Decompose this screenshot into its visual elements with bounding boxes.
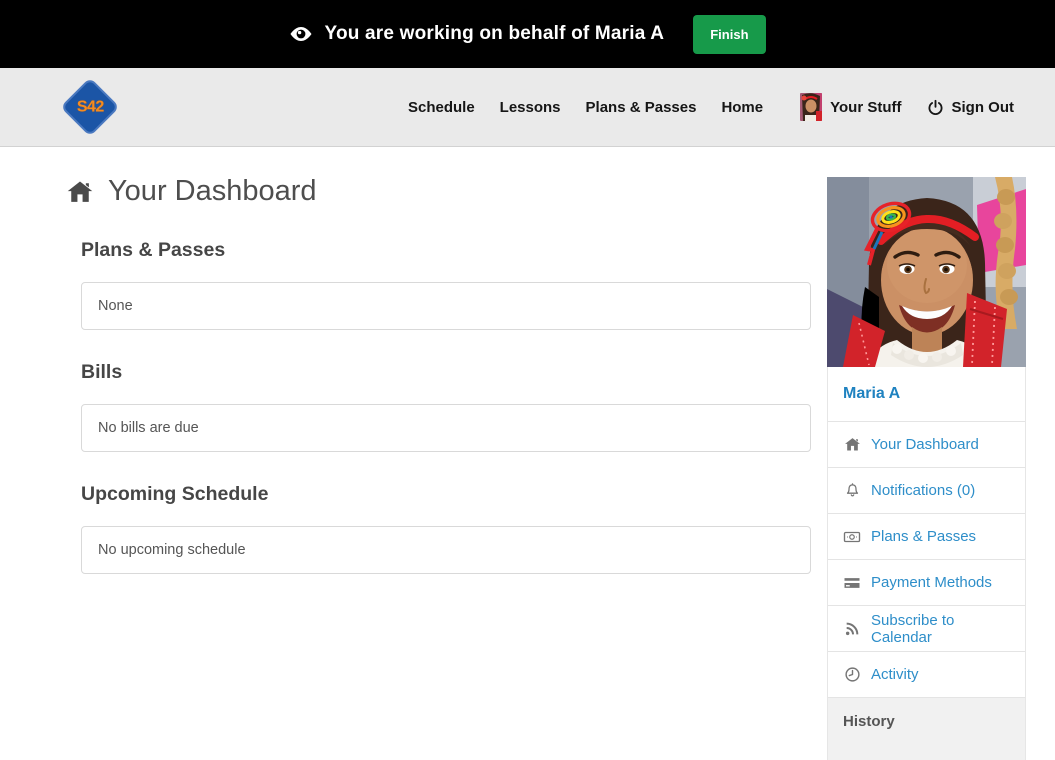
- sidebar-item-label: Your Dashboard: [871, 436, 979, 453]
- bell-icon: [843, 482, 861, 500]
- sidebar-item-notifications[interactable]: Notifications (0): [828, 468, 1025, 514]
- bills-status: No bills are due: [98, 420, 199, 436]
- section-heading: Plans & Passes: [81, 239, 811, 262]
- nav-item-lessons[interactable]: Lessons: [500, 99, 561, 116]
- your-stuff-label: Your Stuff: [830, 99, 901, 116]
- sidebar-item-label: Subscribe to Calendar: [871, 612, 1010, 646]
- history-label: History: [843, 713, 895, 730]
- student-photo: [827, 177, 1026, 367]
- sidebar-section-history: History: [828, 698, 1025, 760]
- page-title-text: Your Dashboard: [108, 175, 317, 208]
- sidebar-item-payment-methods[interactable]: Payment Methods: [828, 560, 1025, 606]
- nav-item-your-stuff[interactable]: Your Stuff: [800, 93, 901, 121]
- section-bills: Bills No bills are due: [81, 361, 811, 452]
- student-name-link[interactable]: Maria A: [843, 385, 900, 403]
- plans-passes-status: None: [98, 298, 133, 314]
- nav-item-home[interactable]: Home: [721, 99, 763, 116]
- nav-item-sign-out[interactable]: Sign Out: [927, 99, 1015, 116]
- upcoming-schedule-status: No upcoming schedule: [98, 542, 246, 558]
- sidebar-item-activity[interactable]: Activity: [828, 652, 1025, 698]
- home-icon: [66, 178, 94, 206]
- nav-item-plans-passes[interactable]: Plans & Passes: [586, 99, 697, 116]
- impersonation-message: You are working on behalf of Maria A: [324, 23, 664, 45]
- user-avatar: [800, 93, 822, 121]
- eye-icon: [289, 22, 313, 46]
- sidebar-student-name-row: Maria A: [828, 367, 1025, 422]
- clock-icon: [843, 666, 861, 684]
- banknote-icon: [843, 528, 861, 546]
- student-sidebar: Maria A Your Dashboard Notifications (0): [827, 177, 1026, 760]
- dashboard-main: Your Dashboard Plans & Passes None Bills…: [66, 147, 811, 574]
- plans-passes-panel: None: [81, 282, 811, 330]
- impersonation-bar: You are working on behalf of Maria A Fin…: [0, 0, 1055, 68]
- sidebar-item-plans-passes[interactable]: Plans & Passes: [828, 514, 1025, 560]
- sidebar-item-label: Plans & Passes: [871, 528, 976, 545]
- home-icon: [843, 436, 861, 454]
- app-logo[interactable]: S42: [63, 80, 117, 134]
- credit-card-icon: [843, 574, 861, 592]
- main-navbar: S42 Schedule Lessons Plans & Passes Home…: [0, 68, 1055, 147]
- power-icon: [927, 99, 944, 116]
- nav-links: Schedule Lessons Plans & Passes Home You…: [408, 93, 1055, 121]
- sidebar-item-label: Payment Methods: [871, 574, 992, 591]
- sidebar-item-subscribe-calendar[interactable]: Subscribe to Calendar: [828, 606, 1025, 652]
- rss-icon: [843, 620, 861, 638]
- sidebar-item-label: Activity: [871, 666, 919, 683]
- section-heading: Upcoming Schedule: [81, 483, 811, 506]
- section-heading: Bills: [81, 361, 811, 384]
- finish-button[interactable]: Finish: [693, 15, 765, 54]
- sidebar-item-your-dashboard[interactable]: Your Dashboard: [828, 422, 1025, 468]
- sidebar-item-label: Notifications (0): [871, 482, 975, 499]
- section-plans-passes: Plans & Passes None: [81, 239, 811, 330]
- sign-out-label: Sign Out: [952, 99, 1015, 116]
- nav-item-schedule[interactable]: Schedule: [408, 99, 475, 116]
- upcoming-schedule-panel: No upcoming schedule: [81, 526, 811, 574]
- logo-text: S42: [77, 98, 104, 116]
- bills-panel: No bills are due: [81, 404, 811, 452]
- section-upcoming-schedule: Upcoming Schedule No upcoming schedule: [81, 483, 811, 574]
- sidebar-menu: Maria A Your Dashboard Notifications (0): [827, 367, 1026, 760]
- page-title: Your Dashboard: [66, 175, 811, 208]
